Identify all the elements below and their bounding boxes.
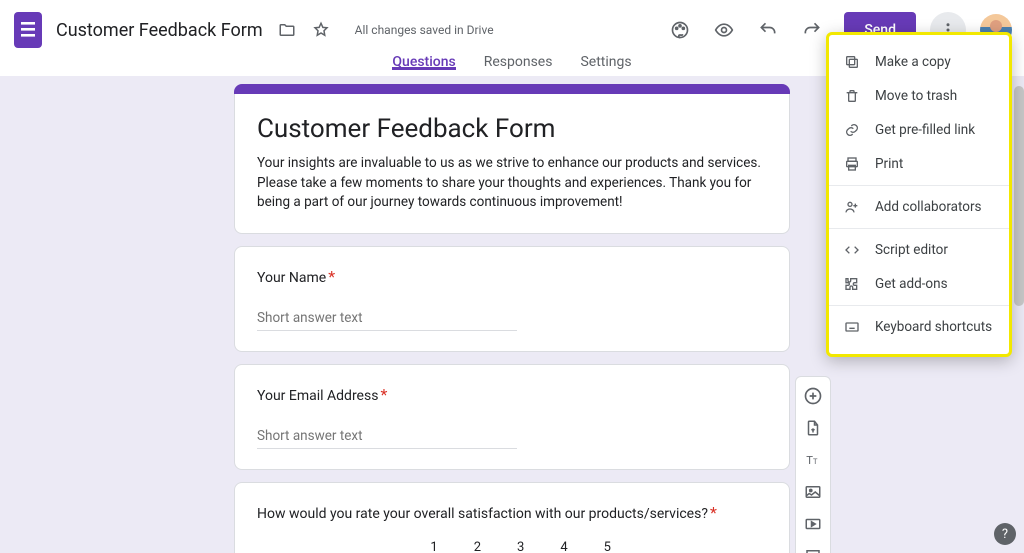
people-icon bbox=[843, 198, 861, 216]
menu-item-print[interactable]: Print bbox=[829, 147, 1009, 181]
add-title-icon[interactable]: TT bbox=[802, 449, 824, 471]
more-options-menu: Make a copy Move to trash Get pre-filled… bbox=[826, 32, 1012, 357]
form-accent-bar bbox=[234, 84, 790, 94]
menu-item-label: Add collaborators bbox=[875, 199, 982, 215]
link-icon bbox=[843, 121, 861, 139]
add-question-icon[interactable] bbox=[802, 385, 824, 407]
form-title[interactable]: Customer Feedback Form bbox=[257, 114, 767, 144]
menu-item-script-editor[interactable]: Script editor bbox=[829, 233, 1009, 267]
question-toolbar: TT bbox=[795, 376, 831, 553]
scale-number: 1 bbox=[430, 540, 437, 553]
menu-item-make-copy[interactable]: Make a copy bbox=[829, 45, 1009, 79]
menu-item-label: Make a copy bbox=[875, 54, 951, 70]
svg-text:T: T bbox=[813, 457, 818, 466]
undo-icon[interactable] bbox=[750, 12, 786, 48]
menu-item-move-trash[interactable]: Move to trash bbox=[829, 79, 1009, 113]
forms-logo[interactable] bbox=[12, 10, 44, 50]
menu-item-prefilled[interactable]: Get pre-filled link bbox=[829, 113, 1009, 147]
svg-text:T: T bbox=[806, 454, 813, 467]
star-icon[interactable] bbox=[311, 20, 331, 40]
short-answer-input bbox=[257, 304, 517, 331]
menu-item-label: Get pre-filled link bbox=[875, 122, 975, 138]
question-card-satisfaction[interactable]: How would you rate your overall satisfac… bbox=[234, 482, 790, 553]
question-label: How would you rate your overall satisfac… bbox=[257, 506, 708, 522]
required-indicator: * bbox=[328, 267, 335, 286]
preview-icon[interactable] bbox=[706, 12, 742, 48]
tab-settings[interactable]: Settings bbox=[580, 54, 631, 70]
tab-responses[interactable]: Responses bbox=[484, 54, 553, 70]
theme-icon[interactable] bbox=[662, 12, 698, 48]
question-label: Your Name bbox=[257, 270, 326, 286]
print-icon bbox=[843, 155, 861, 173]
redo-icon[interactable] bbox=[794, 12, 830, 48]
trash-icon bbox=[843, 87, 861, 105]
code-icon bbox=[843, 241, 861, 259]
form-header-card[interactable]: Customer Feedback Form Your insights are… bbox=[234, 94, 790, 234]
menu-item-label: Keyboard shortcuts bbox=[875, 319, 992, 335]
add-image-icon[interactable] bbox=[802, 481, 824, 503]
menu-item-label: Script editor bbox=[875, 242, 948, 258]
scale-number: 5 bbox=[604, 540, 611, 553]
menu-item-shortcuts[interactable]: Keyboard shortcuts bbox=[829, 310, 1009, 344]
help-button[interactable]: ? bbox=[994, 523, 1016, 545]
scale-number: 3 bbox=[517, 540, 524, 553]
form-description[interactable]: Your insights are invaluable to us as we… bbox=[257, 154, 767, 213]
menu-item-label: Get add-ons bbox=[875, 276, 948, 292]
scale-number: 2 bbox=[474, 540, 481, 553]
keyboard-icon bbox=[843, 318, 861, 336]
add-video-icon[interactable] bbox=[802, 513, 824, 535]
question-card-email[interactable]: Your Email Address* bbox=[234, 364, 790, 470]
required-indicator: * bbox=[380, 385, 387, 404]
menu-item-label: Move to trash bbox=[875, 88, 957, 104]
menu-item-addons[interactable]: Get add-ons bbox=[829, 267, 1009, 301]
question-label: Your Email Address bbox=[257, 388, 378, 404]
question-card-name[interactable]: Your Name* bbox=[234, 246, 790, 352]
move-to-folder-icon[interactable] bbox=[277, 20, 297, 40]
tab-questions[interactable]: Questions bbox=[392, 54, 455, 70]
add-section-icon[interactable] bbox=[802, 545, 824, 553]
save-status: All changes saved in Drive bbox=[355, 23, 494, 37]
menu-item-label: Print bbox=[875, 156, 903, 172]
menu-item-collaborators[interactable]: Add collaborators bbox=[829, 190, 1009, 224]
required-indicator: * bbox=[710, 503, 717, 522]
puzzle-icon bbox=[843, 275, 861, 293]
scrollbar[interactable] bbox=[1014, 86, 1024, 306]
import-questions-icon[interactable] bbox=[802, 417, 824, 439]
scale-number: 4 bbox=[560, 540, 567, 553]
copy-icon bbox=[843, 53, 861, 71]
short-answer-input bbox=[257, 422, 517, 449]
doc-title[interactable]: Customer Feedback Form bbox=[56, 20, 263, 41]
